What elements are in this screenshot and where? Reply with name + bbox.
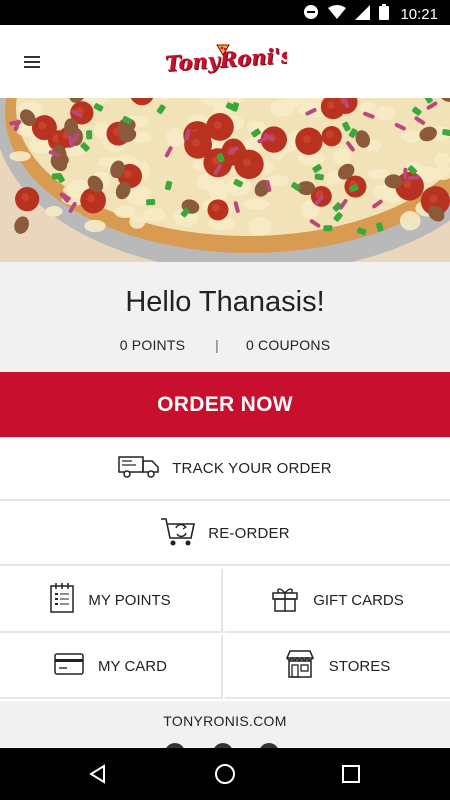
wifi-icon: [328, 4, 347, 25]
pepperoni-highlight: [211, 203, 220, 212]
delivery-truck-icon: [118, 454, 160, 484]
cheese-blob: [269, 99, 295, 117]
status-bar: 10:21: [0, 0, 450, 25]
pepperoni-highlight: [403, 180, 412, 189]
cheese-blob: [375, 105, 396, 121]
my-points-label: MY POINTS: [88, 591, 171, 609]
green-pepper-piece: [146, 198, 156, 206]
hamburger-menu-icon[interactable]: [18, 49, 46, 75]
reorder-button[interactable]: RE-ORDER: [0, 503, 450, 566]
points-count[interactable]: 0 POINTS: [120, 337, 185, 353]
cheese-blob: [45, 206, 63, 217]
back-icon[interactable]: [86, 762, 110, 786]
pepperoni-highlight: [123, 170, 132, 179]
gift-cards-label: GIFT CARDS: [313, 591, 404, 609]
cheese-blob: [9, 151, 31, 162]
pepperoni-highlight: [87, 194, 96, 203]
cheese-blob: [166, 127, 184, 147]
cheese-blob: [243, 198, 270, 211]
cheese-blob: [399, 210, 421, 231]
do-not-disturb-icon: [303, 4, 319, 25]
red-onion-piece: [403, 167, 408, 180]
hero-pizza-image: [0, 98, 450, 262]
cheese-blob: [267, 175, 289, 186]
cheese-blob: [129, 215, 146, 229]
green-pepper-piece: [86, 130, 93, 140]
reorder-label: RE-ORDER: [208, 525, 290, 542]
track-order-label: TRACK YOUR ORDER: [172, 460, 332, 477]
footer: TONYRONIS.COM: [0, 701, 450, 755]
green-pepper-piece: [51, 173, 62, 180]
coupons-count[interactable]: 0 COUPONS: [246, 337, 330, 353]
stores-label: STORES: [328, 657, 391, 675]
my-card-button[interactable]: MY CARD: [0, 635, 223, 699]
cheese-blob: [114, 205, 136, 218]
stats-separator: |: [215, 337, 219, 353]
pepperoni-highlight: [192, 138, 201, 147]
pepperoni-highlight: [325, 130, 334, 139]
pepperoni-highlight: [213, 120, 222, 129]
order-now-button[interactable]: ORDER NOW: [0, 372, 450, 437]
app-bar: TonyRoni's TonyRoni's: [0, 25, 450, 98]
storefront-icon: [285, 649, 315, 683]
rewards-summary: 0 POINTS | 0 COUPONS: [0, 337, 450, 353]
brand-logo: TonyRoni's TonyRoni's: [164, 41, 294, 81]
recents-icon[interactable]: [339, 762, 363, 786]
status-time: 10:21: [400, 6, 438, 23]
status-icons: 10:21: [303, 4, 438, 25]
system-nav-bar: [0, 748, 450, 800]
track-order-button[interactable]: TRACK YOUR ORDER: [0, 438, 450, 501]
calendar-list-icon: [50, 583, 75, 617]
gift-cards-button[interactable]: GIFT CARDS: [225, 569, 450, 633]
cart-refresh-icon: [160, 516, 196, 552]
home-icon[interactable]: [213, 762, 237, 786]
pepperoni-highlight: [302, 135, 311, 144]
cheese-blob: [84, 219, 106, 233]
cheese-blob: [433, 153, 450, 167]
greeting-text: Hello Thanasis!: [125, 286, 325, 318]
gift-icon: [271, 584, 299, 616]
cheese-blob: [401, 130, 421, 143]
cheese-blob: [142, 208, 166, 223]
pepperoni-highlight: [38, 121, 47, 130]
stores-button[interactable]: STORES: [225, 635, 450, 699]
credit-card-icon: [54, 653, 84, 679]
website-link[interactable]: TONYRONIS.COM: [0, 713, 450, 729]
green-pepper-piece: [323, 225, 333, 232]
greeting-panel: Hello Thanasis! 0 POINTS | 0 COUPONS: [0, 262, 450, 372]
pepperoni-highlight: [21, 193, 30, 202]
cheese-blob: [358, 102, 377, 113]
my-points-button[interactable]: MY POINTS: [0, 569, 223, 633]
cheese-blob: [332, 148, 352, 166]
battery-icon: [379, 4, 390, 25]
green-pepper-piece: [314, 173, 324, 181]
cheese-blob: [248, 217, 272, 236]
signal-icon: [355, 4, 371, 25]
my-card-label: MY CARD: [98, 657, 167, 675]
pepperoni-highlight: [429, 194, 438, 203]
